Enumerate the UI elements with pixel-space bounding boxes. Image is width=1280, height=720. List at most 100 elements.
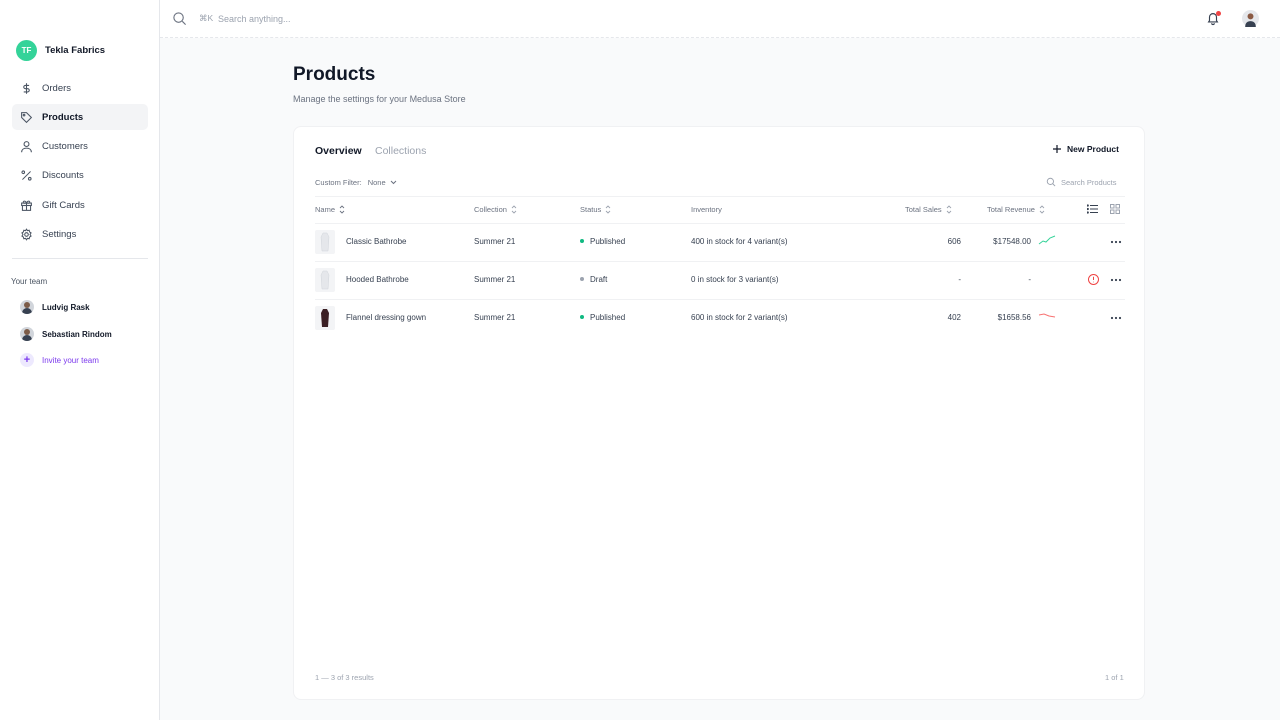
new-product-label: New Product — [1067, 144, 1119, 154]
more-actions-icon[interactable] — [1110, 236, 1122, 248]
column-header-total-sales[interactable]: Total Sales — [905, 205, 952, 214]
table-row[interactable]: Hooded Bathrobe Summer 21 Draft 0 in sto… — [315, 261, 1125, 299]
gown-image — [321, 309, 329, 327]
percent-icon — [21, 170, 32, 181]
status-badge: Published — [580, 237, 625, 246]
store-switcher[interactable]: TF Tekla Fabrics — [16, 40, 105, 61]
column-label: Total Sales — [905, 205, 942, 214]
product-name: Flannel dressing gown — [346, 313, 427, 322]
global-search-input[interactable] — [218, 11, 418, 27]
search-products-input[interactable] — [1061, 177, 1125, 187]
total-sales: - — [958, 275, 961, 284]
product-collection: Summer 21 — [474, 313, 516, 322]
sidebar-item-label: Gift Cards — [42, 199, 85, 211]
sidebar-divider — [12, 258, 148, 259]
sidebar-item-label: Products — [42, 111, 84, 123]
table-row[interactable]: Flannel dressing gown Summer 21 Publishe… — [315, 299, 1125, 337]
trend-down-icon — [1038, 313, 1056, 318]
product-thumbnail — [315, 268, 335, 292]
new-product-button[interactable]: New Product — [1052, 144, 1119, 154]
sidebar-item-orders[interactable]: Orders — [12, 75, 148, 101]
chevron-down-icon — [390, 180, 396, 185]
team-member-name: Sebastian Rindom — [42, 329, 112, 339]
total-revenue: - — [1028, 275, 1031, 284]
sidebar-item-products[interactable]: Products — [12, 104, 148, 131]
search-icon — [1046, 177, 1056, 187]
product-thumbnail — [315, 230, 335, 254]
sidebar: TF Tekla Fabrics Orders Products Custome… — [0, 0, 160, 720]
sort-icon — [1039, 205, 1045, 214]
column-header-total-revenue[interactable]: Total Revenue — [987, 205, 1045, 214]
product-thumbnail — [315, 306, 335, 330]
search-products — [1046, 177, 1125, 187]
tab-collections[interactable]: Collections — [375, 145, 426, 157]
sort-icon — [946, 205, 952, 214]
sort-icon — [605, 205, 611, 214]
gear-icon — [21, 228, 32, 241]
status-dot — [580, 314, 584, 319]
column-label: Inventory — [691, 205, 722, 214]
product-name: Hooded Bathrobe — [346, 275, 409, 284]
total-sales: 606 — [947, 237, 961, 246]
topbar: ⌘K — [160, 0, 1280, 38]
invite-team-button[interactable]: + Invite your team — [20, 353, 99, 367]
page-title: Products — [293, 64, 376, 85]
user-avatar[interactable] — [1242, 10, 1259, 27]
team-member-name: Ludvig Rask — [42, 302, 90, 312]
sidebar-item-customers[interactable]: Customers — [12, 134, 148, 160]
sidebar-item-discounts[interactable]: Discounts — [12, 163, 148, 189]
column-header-inventory: Inventory — [691, 205, 722, 214]
column-header-collection[interactable]: Collection — [474, 205, 517, 214]
total-revenue: $17548.00 — [993, 237, 1031, 246]
user-icon — [21, 141, 32, 153]
status-label: Draft — [590, 275, 608, 284]
plus-icon: + — [20, 353, 34, 367]
page-subtitle: Manage the settings for your Medusa Stor… — [293, 94, 466, 104]
sidebar-item-label: Customers — [42, 141, 88, 153]
column-label: Total Revenue — [987, 205, 1035, 214]
alert-circle-icon[interactable] — [1087, 273, 1100, 286]
gift-icon — [21, 200, 32, 211]
column-header-name[interactable]: Name — [315, 205, 345, 214]
grid-view-icon[interactable] — [1110, 204, 1120, 214]
product-name: Classic Bathrobe — [346, 237, 407, 246]
sidebar-item-settings[interactable]: Settings — [12, 221, 148, 247]
column-label: Status — [580, 205, 602, 214]
team-member[interactable]: Ludvig Rask — [20, 300, 90, 314]
search-icon — [173, 12, 186, 25]
status-badge: Draft — [580, 275, 607, 284]
product-collection: Summer 21 — [474, 237, 516, 246]
more-actions-icon[interactable] — [1110, 312, 1122, 324]
filter-dropdown[interactable]: None — [368, 178, 397, 187]
total-sales: 402 — [947, 313, 961, 322]
search-shortcut: ⌘K — [199, 13, 214, 23]
status-dot — [580, 238, 584, 243]
list-view-icon[interactable] — [1087, 204, 1098, 214]
total-revenue: $1658.56 — [997, 313, 1031, 322]
sort-icon — [339, 205, 345, 214]
tab-overview[interactable]: Overview — [315, 145, 362, 157]
table-row[interactable]: Classic Bathrobe Summer 21 Published 400… — [315, 223, 1125, 261]
store-name: Tekla Fabrics — [45, 45, 106, 56]
team-member[interactable]: Sebastian Rindom — [20, 327, 112, 341]
trend-up-icon — [1038, 235, 1056, 245]
tag-icon — [21, 111, 33, 123]
team-title: Your team — [11, 277, 48, 286]
filter-value: None — [367, 178, 386, 187]
more-actions-icon[interactable] — [1110, 274, 1122, 286]
sort-icon — [511, 205, 517, 214]
invite-team-label: Invite your team — [42, 355, 99, 365]
results-count: 1 — 3 of 3 results — [315, 673, 374, 682]
page-indicator: 1 of 1 — [1105, 673, 1124, 682]
sidebar-item-label: Discounts — [42, 170, 84, 182]
sidebar-nav: Orders Products Customers Discounts Gift… — [12, 75, 148, 251]
sidebar-item-label: Orders — [42, 82, 72, 94]
table-divider — [315, 196, 1125, 197]
bathrobe-image — [320, 232, 330, 252]
product-inventory: 0 in stock for 3 variant(s) — [691, 275, 779, 284]
column-header-status[interactable]: Status — [580, 205, 611, 214]
plus-icon — [1053, 145, 1061, 153]
status-badge: Published — [580, 313, 625, 322]
sidebar-item-gift-cards[interactable]: Gift Cards — [12, 192, 148, 218]
status-label: Published — [590, 237, 626, 246]
